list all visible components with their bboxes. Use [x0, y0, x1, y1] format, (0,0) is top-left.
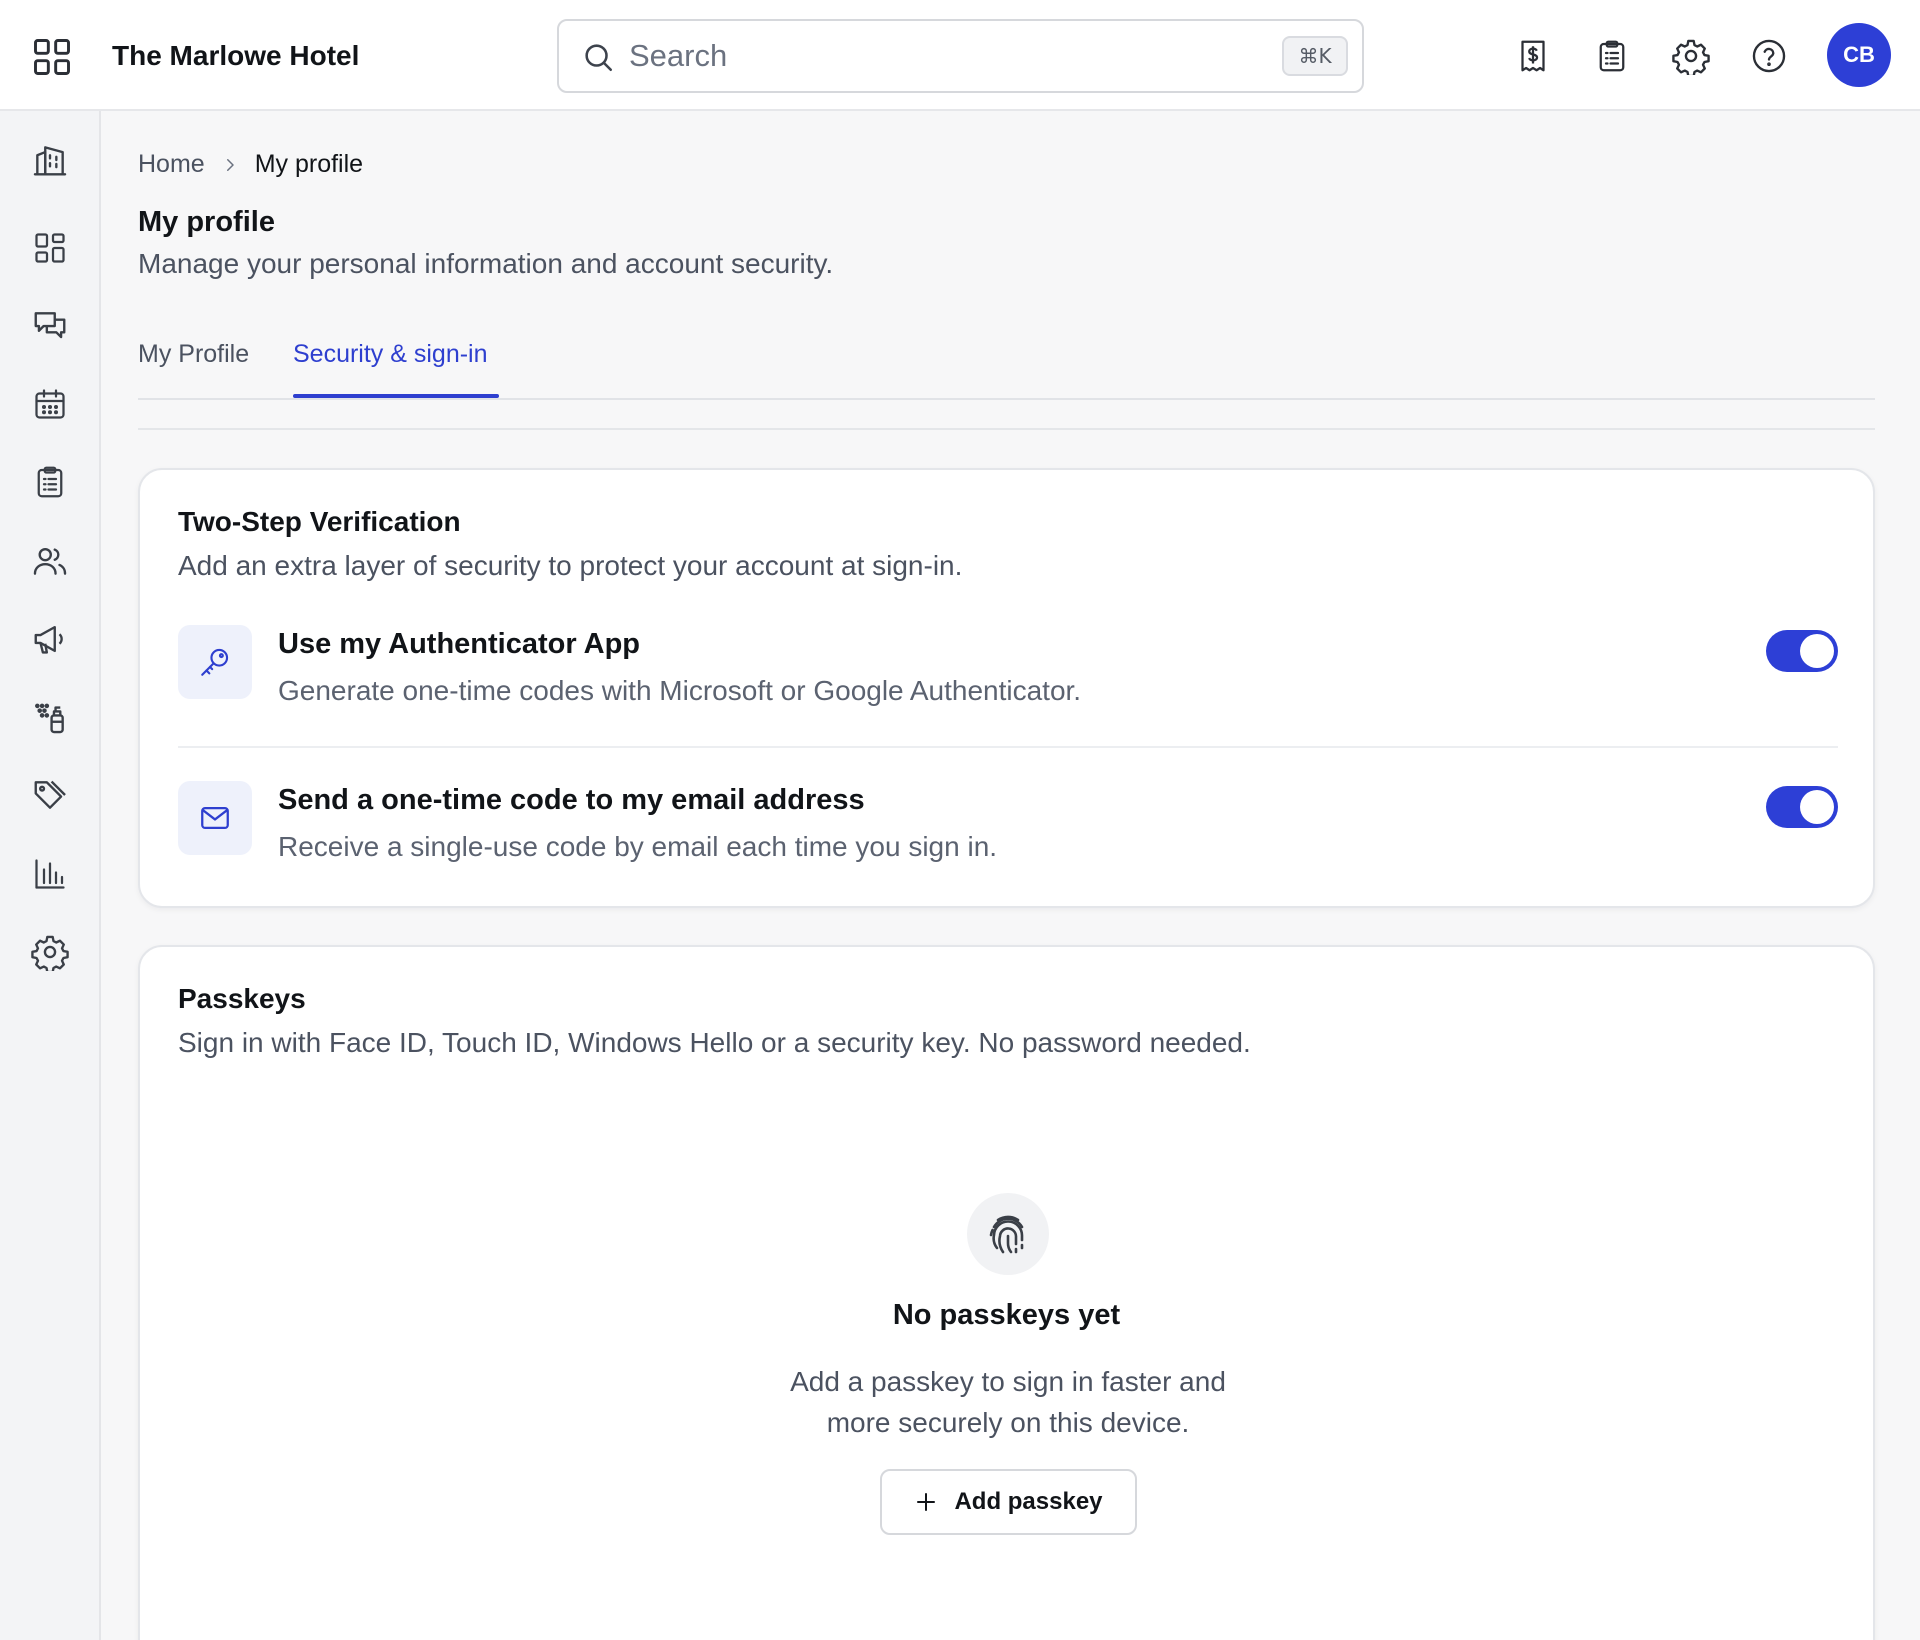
- plus-icon: [914, 1490, 938, 1514]
- breadcrumb-home-link[interactable]: Home: [138, 150, 205, 179]
- search-box[interactable]: ⌘K: [557, 19, 1364, 93]
- gear-icon[interactable]: [1669, 34, 1713, 78]
- settings-icon[interactable]: [28, 930, 72, 974]
- empty-state-description: Add a passkey to sign in faster and more…: [790, 1366, 1226, 1438]
- help-icon[interactable]: [1747, 34, 1791, 78]
- calendar-icon[interactable]: [28, 382, 72, 426]
- tab-security-sign-in[interactable]: Security & sign-in: [293, 340, 488, 369]
- clipboard-list-icon[interactable]: [28, 460, 72, 504]
- toggle-knob: [1800, 634, 1834, 668]
- tab-my-profile[interactable]: My Profile: [138, 340, 249, 369]
- passkeys-card: Passkeys Sign in with Face ID, Touch ID,…: [138, 945, 1875, 1640]
- key-icon: [178, 625, 252, 699]
- dollar-receipt-icon[interactable]: [1511, 34, 1555, 78]
- option-divider: [178, 746, 1838, 748]
- active-tab-indicator: [293, 394, 499, 398]
- email-code-toggle[interactable]: [1766, 786, 1838, 828]
- add-passkey-label: Add passkey: [954, 1488, 1103, 1515]
- authenticator-app-title: Use my Authenticator App: [278, 628, 641, 660]
- building-icon[interactable]: [28, 138, 72, 182]
- megaphone-icon[interactable]: [28, 617, 72, 661]
- hotel-name: The Marlowe Hotel: [112, 40, 360, 71]
- authenticator-app-option: Use my Authenticator App Generate one-ti…: [178, 625, 1838, 715]
- sidebar: [0, 111, 101, 1640]
- search-input[interactable]: [629, 35, 1229, 77]
- two-step-title: Two-Step Verification: [178, 506, 461, 537]
- breadcrumb: Home My profile: [138, 150, 363, 179]
- mail-icon: [178, 781, 252, 855]
- empty-state-title: No passkeys yet: [892, 1299, 1121, 1331]
- user-avatar[interactable]: CB: [1827, 23, 1891, 87]
- search-shortcut-badge: ⌘K: [1282, 36, 1348, 76]
- two-step-verification-card: Two-Step Verification Add an extra layer…: [138, 468, 1875, 908]
- cleaning-spray-icon[interactable]: [28, 695, 72, 739]
- email-code-option: Send a one-time code to my email address…: [178, 781, 1838, 871]
- search-icon: [581, 40, 615, 74]
- bar-chart-icon[interactable]: [28, 852, 72, 896]
- top-bar: The Marlowe Hotel ⌘K: [0, 0, 1920, 111]
- two-step-subtitle: Add an extra layer of security to protec…: [178, 550, 963, 581]
- passkeys-title: Passkeys: [178, 983, 306, 1014]
- section-divider: [138, 428, 1875, 430]
- toggle-knob: [1800, 790, 1834, 824]
- authenticator-app-description: Generate one-time codes with Microsoft o…: [278, 675, 1082, 706]
- passkeys-subtitle: Sign in with Face ID, Touch ID, Windows …: [178, 1027, 1251, 1058]
- tags-icon[interactable]: [28, 773, 72, 817]
- page-subtitle: Manage your personal information and acc…: [138, 248, 834, 279]
- chat-icon[interactable]: [28, 304, 72, 348]
- clipboard-icon[interactable]: [1590, 34, 1634, 78]
- email-code-title: Send a one-time code to my email address: [278, 784, 865, 816]
- users-icon[interactable]: [28, 539, 72, 583]
- apps-grid-icon[interactable]: [30, 35, 74, 79]
- fingerprint-icon: [967, 1193, 1049, 1275]
- profile-tabs: My Profile Security & sign-in: [138, 316, 1875, 400]
- add-passkey-button[interactable]: Add passkey: [880, 1469, 1137, 1535]
- chevron-right-icon: [221, 156, 239, 174]
- breadcrumb-current: My profile: [254, 150, 364, 178]
- dashboard-icon[interactable]: [28, 226, 72, 270]
- email-code-description: Receive a single-use code by email each …: [278, 831, 998, 862]
- authenticator-app-toggle[interactable]: [1766, 630, 1838, 672]
- page-title: My profile: [138, 206, 275, 238]
